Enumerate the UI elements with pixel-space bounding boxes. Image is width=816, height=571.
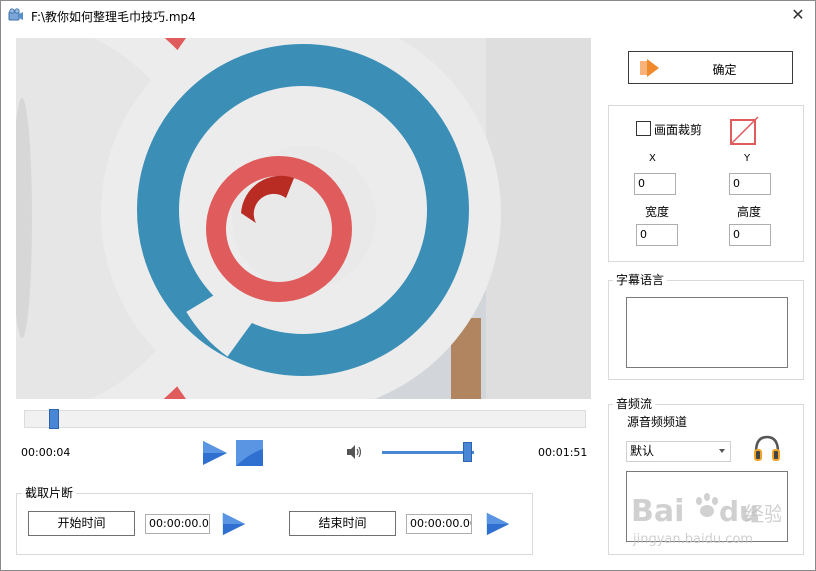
subtitle-group-title: 字幕语言 [613,273,668,287]
close-icon: ✕ [791,5,805,24]
start-time-button[interactable]: 开始时间 [28,511,135,536]
crop-checkbox[interactable] [636,121,651,136]
clip-group-title: 截取片断 [22,486,77,500]
crop-y-label: Y [744,153,751,164]
video-preview[interactable] [16,38,591,399]
crop-icon[interactable] [728,115,760,147]
video-frame [16,38,591,399]
audio-channel-select[interactable]: 默认 [626,441,731,462]
volume-thumb[interactable] [463,442,472,462]
end-time-button[interactable]: 结束时间 [289,511,396,536]
crop-x-label: X [649,153,656,164]
crop-checkbox-label: 画面裁剪 [654,123,703,137]
window-title: F:\教你如何整理毛巾技巧.mp4 [31,10,196,24]
close-button[interactable]: ✕ [787,5,809,25]
audio-channel-value: 默认 [630,444,655,458]
seek-thumb[interactable] [49,409,59,429]
audio-channel-label: 源音频频道 [627,415,688,429]
film-camera-icon [8,8,23,21]
start-time-field[interactable]: 00:00:00.00 [145,514,210,534]
total-time: 00:01:51 [538,446,588,459]
current-time: 00:00:04 [21,446,71,459]
audio-group-title: 音频流 [613,397,656,411]
crop-height-label: 高度 [737,205,762,219]
chevron-down-icon [719,449,725,453]
confirm-label: 确定 [712,63,737,77]
seek-bar[interactable] [24,409,586,429]
video-editor-window: F:\教你如何整理毛巾技巧.mp4 ✕ 00:00:04 00:01:51 截取… [0,0,816,571]
audio-track-list[interactable] [626,471,788,542]
start-play-icon[interactable] [221,511,247,537]
crop-width-label: 宽度 [645,205,670,219]
headphones-icon [754,435,780,461]
subtitle-language-list[interactable] [626,297,788,368]
crop-x-input[interactable]: 0 [634,173,676,195]
title-bar[interactable]: F:\教你如何整理毛巾技巧.mp4 ✕ [1,1,815,31]
crop-height-input[interactable]: 0 [729,224,771,246]
play-button[interactable] [201,439,229,467]
end-play-icon[interactable] [485,511,511,537]
stop-button[interactable] [235,439,264,467]
volume-icon[interactable] [345,444,363,460]
end-time-field[interactable]: 00:00:00.00 [406,514,472,534]
crop-y-input[interactable]: 0 [729,173,771,195]
confirm-button[interactable]: 确定 [628,51,793,84]
volume-slider[interactable] [382,442,474,462]
crop-width-input[interactable]: 0 [636,224,678,246]
